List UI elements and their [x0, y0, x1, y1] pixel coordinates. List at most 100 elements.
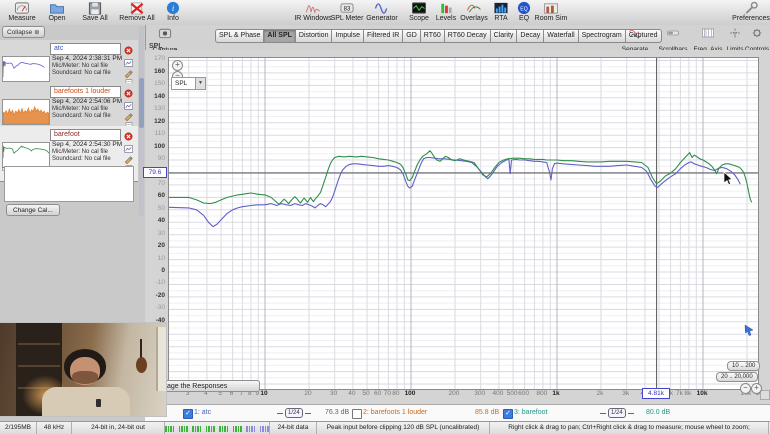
tab-rt60-decay[interactable]: RT60 Decay [444, 29, 491, 43]
measurement-name-field[interactable]: barefoot [50, 129, 121, 141]
x-tick-label: 3k [622, 390, 630, 397]
pencil-icon[interactable] [124, 152, 136, 165]
zoom-in-y-button[interactable]: + [172, 60, 183, 71]
measurement-name-field[interactable]: barefoots 1 louder [50, 86, 121, 98]
tab-spectrogram[interactable]: Spectrogram [578, 29, 626, 43]
y-tick-label: 30 [157, 229, 165, 237]
y-tick-label: 40 [157, 217, 165, 225]
axis-scroll-corner[interactable] [760, 390, 770, 400]
toolbar-button-preferences[interactable]: Preferences [729, 1, 770, 23]
io-format: 24-bit in, 24-bit out [72, 422, 165, 434]
measurement-thumbnail[interactable] [2, 56, 50, 82]
smoothing-badge[interactable]: 1/24 [608, 408, 626, 418]
peak-input-info: Peak input before clipping 120 dB SPL (u… [317, 422, 490, 434]
range-10-200-button[interactable]: 10 .. 200 [727, 361, 761, 371]
main-toolbar: Measure Open Save All Remove All i Info IR Win… [0, 0, 770, 26]
tab-decay[interactable]: Decay [517, 29, 545, 43]
remove-measurement-button[interactable] [123, 86, 134, 98]
range-20-20000-button[interactable]: 20 .. 20,000 [716, 372, 758, 382]
limits-icon [724, 26, 746, 38]
person-torso [42, 387, 130, 416]
spl-graph-canvas[interactable] [169, 58, 758, 389]
trace-spl-value-2: 85.8 dB [475, 409, 500, 416]
x-tick-label: 2k [596, 390, 604, 397]
measurement-card-2[interactable]: barefoots 1 louder Sep 4, 2024 2:54:06 PM… [0, 83, 138, 131]
x-tick-label: 60 [373, 390, 382, 397]
tab-waterfall[interactable]: Waterfall [544, 29, 579, 43]
lavalier-mic [96, 399, 101, 407]
y-tick-label: 0 [161, 267, 165, 275]
guitar-icon [140, 339, 142, 359]
graph-icon[interactable] [124, 99, 136, 110]
y-tick-label: 160 [154, 67, 165, 75]
y-tick-label: 120 [154, 117, 165, 125]
spl-plot[interactable] [168, 57, 759, 390]
zoom-in-x-button[interactable]: + [751, 383, 762, 394]
y-tick-label: -30 [155, 304, 165, 312]
trace-checkbox-3[interactable]: ✓ [503, 409, 513, 419]
trace-label-3[interactable]: 3: barefoot [514, 409, 547, 416]
y-axis-mode-select[interactable]: SPL ▼ [171, 77, 206, 90]
trace-checkbox-2[interactable] [352, 409, 362, 419]
measurement-thumbnail[interactable] [2, 142, 50, 168]
collapse-button[interactable]: Collapse ⊛ [2, 26, 45, 38]
tab-filtered-ir[interactable]: Filtered IR [364, 29, 404, 43]
svg-text:83: 83 [344, 6, 351, 12]
y-tick-label: 170 [154, 55, 165, 63]
tab-rt60[interactable]: RT60 [420, 29, 445, 43]
note-pin-icon[interactable] [744, 323, 756, 341]
toolbar-button-room-sim[interactable]: Room Sim [529, 1, 573, 23]
tab-impulse[interactable]: Impulse [332, 29, 364, 43]
toolbar-button-label: Info [167, 15, 179, 22]
x-tick-label: 40 [348, 390, 356, 397]
y-tick-label: 140 [154, 92, 165, 100]
measurement-thumbnail[interactable] [2, 99, 50, 125]
measurement-name-field[interactable]: atc [50, 43, 121, 55]
x-tick-label: 400 [492, 390, 504, 397]
svg-text:EQ: EQ [520, 6, 527, 12]
graph-icon[interactable] [124, 142, 136, 153]
x-tick-label: 10 [260, 390, 268, 397]
y-tick-label: -10 [155, 279, 165, 287]
trace-label-1[interactable]: 1: atc [194, 409, 211, 416]
measurement-notes-area[interactable] [4, 166, 134, 202]
y-tick-label: -20 [155, 291, 165, 299]
pencil-icon[interactable] [124, 109, 136, 122]
sidebar-scrollbar[interactable] [139, 26, 144, 216]
sample-rate: 48 kHz [37, 422, 72, 434]
tab-clarity[interactable]: Clarity [490, 29, 518, 43]
x-tick-label: 50 [362, 390, 370, 397]
tab-spl-phase[interactable]: SPL & Phase [215, 29, 265, 43]
trace-checkbox-1[interactable]: ✓ [183, 409, 193, 419]
mouse-cursor [723, 171, 735, 191]
measurement-card-1[interactable]: atc Sep 4, 2024 2:38:31 PM Mic/Meter: No c… [0, 40, 138, 88]
tab-all-spl[interactable]: All SPL [264, 29, 296, 43]
tab-distortion[interactable]: Distortion [295, 29, 333, 43]
x-tick-label: 100 [404, 390, 416, 397]
x-tick-label: 300 [474, 390, 486, 397]
x-tick-label: 20 [304, 390, 312, 397]
mic-cal-status: Mic/Meter: No cal file [52, 106, 109, 112]
trace-label-2[interactable]: 2: barefoots 1 louder [363, 409, 427, 416]
pencil-icon[interactable] [124, 66, 136, 79]
room-sim-icon [529, 1, 573, 15]
memory-usage: 2/195MB [0, 422, 37, 434]
sidebar-scrollbar-thumb[interactable] [139, 78, 144, 128]
smoothing-dash [305, 413, 311, 414]
toolbar-button-save-all[interactable]: Save All [73, 1, 117, 23]
x-tick-label: 70 [383, 390, 392, 397]
scrollbars-icon [656, 26, 690, 38]
change-cal-button[interactable]: Change Cal... [6, 204, 60, 216]
smoothing-badge[interactable]: 1/24 [285, 408, 303, 418]
tab-gd[interactable]: GD [403, 29, 421, 43]
remove-measurement-button[interactable] [123, 129, 134, 141]
smoothing-dash [628, 413, 634, 414]
freq-axis-icon [692, 26, 724, 38]
remove-measurement-button[interactable] [123, 43, 134, 55]
graph-icon[interactable] [124, 56, 136, 67]
save-all-icon [73, 1, 117, 15]
toolbar-button-info[interactable]: i Info [151, 1, 195, 23]
zoom-out-x-button[interactable]: − [740, 383, 751, 394]
soundcard-cal-status: Soundcard: No cal file [52, 70, 111, 76]
y-tick-label: 10 [157, 254, 165, 262]
